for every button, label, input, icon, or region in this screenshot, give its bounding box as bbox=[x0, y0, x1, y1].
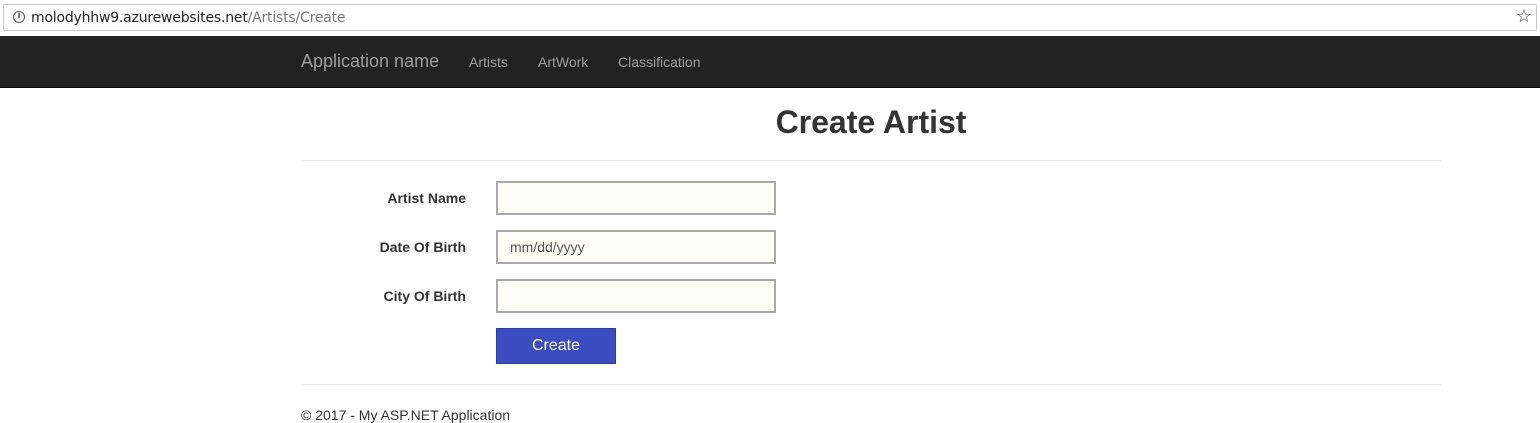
url-text: molodyhhw9.azurewebsites.net/Artists/Cre… bbox=[31, 10, 346, 26]
nav-link-classification[interactable]: Classification bbox=[618, 54, 700, 70]
info-icon[interactable]: i bbox=[13, 11, 25, 23]
nav-link-artists[interactable]: Artists bbox=[469, 54, 508, 70]
bookmark-star-icon[interactable]: ☆ bbox=[1516, 6, 1532, 27]
city-of-birth-label: City Of Birth bbox=[383, 288, 466, 304]
nav-link-artwork[interactable]: ArtWork bbox=[538, 54, 588, 70]
url-path: /Artists/Create bbox=[247, 10, 346, 26]
create-button[interactable]: Create bbox=[496, 328, 616, 364]
city-of-birth-input[interactable] bbox=[496, 279, 776, 313]
browser-address-bar: i molodyhhw9.azurewebsites.net/Artists/C… bbox=[0, 0, 1540, 36]
url-field[interactable]: i molodyhhw9.azurewebsites.net/Artists/C… bbox=[3, 4, 1537, 31]
top-navbar: Application name Artists ArtWork Classif… bbox=[0, 36, 1540, 88]
footer-copyright: © 2017 - My ASP.NET Application bbox=[301, 407, 511, 423]
date-of-birth-label: Date Of Birth bbox=[379, 239, 466, 255]
title-divider bbox=[301, 160, 1441, 161]
date-of-birth-input[interactable] bbox=[496, 230, 776, 264]
artist-name-input[interactable] bbox=[496, 181, 776, 215]
brand-link[interactable]: Application name bbox=[301, 51, 439, 72]
url-host: molodyhhw9.azurewebsites.net bbox=[31, 10, 248, 26]
artist-name-label: Artist Name bbox=[387, 190, 466, 206]
page-title: Create Artist bbox=[775, 104, 967, 140]
footer-divider bbox=[301, 384, 1441, 385]
